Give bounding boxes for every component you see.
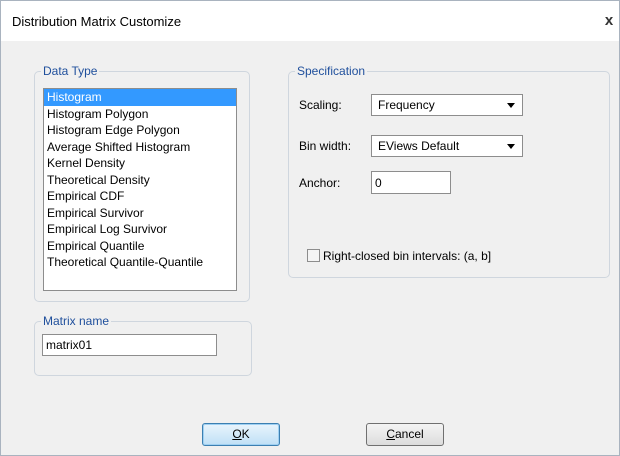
- list-item[interactable]: Histogram: [44, 89, 236, 106]
- bin-width-dropdown[interactable]: EViews Default: [371, 135, 523, 157]
- list-item[interactable]: Kernel Density: [44, 155, 236, 172]
- list-item[interactable]: Empirical Quantile: [44, 238, 236, 255]
- ok-accelerator: O: [232, 427, 242, 441]
- scaling-value: Frequency: [378, 98, 435, 112]
- data-type-legend: Data Type: [41, 64, 100, 78]
- bin-width-label: Bin width:: [299, 139, 352, 153]
- close-icon[interactable]: x: [601, 12, 617, 30]
- ok-label: K: [241, 427, 250, 441]
- list-item[interactable]: Empirical Log Survivor: [44, 221, 236, 238]
- cancel-label: ancel: [394, 427, 424, 441]
- matrix-name-input[interactable]: [42, 334, 217, 356]
- right-closed-checkbox[interactable]: [307, 249, 320, 262]
- bin-width-value: EViews Default: [378, 139, 460, 153]
- chevron-down-icon: [507, 144, 515, 149]
- list-item[interactable]: Empirical Survivor: [44, 205, 236, 222]
- distribution-matrix-dialog: Distribution Matrix Customize x Data Typ…: [0, 0, 620, 456]
- scaling-label: Scaling:: [299, 98, 342, 112]
- right-closed-label[interactable]: Right-closed bin intervals: (a, b]: [323, 249, 491, 263]
- cancel-button[interactable]: Cancel: [366, 423, 444, 446]
- data-type-listbox[interactable]: Histogram Histogram Polygon Histogram Edge…: [43, 88, 237, 291]
- matrix-name-legend: Matrix name: [41, 314, 112, 328]
- ok-button[interactable]: OK: [202, 423, 280, 446]
- list-item[interactable]: Histogram Polygon: [44, 106, 236, 123]
- anchor-input[interactable]: [371, 171, 451, 194]
- list-item[interactable]: Empirical CDF: [44, 188, 236, 205]
- cancel-accelerator: C: [386, 427, 395, 441]
- anchor-label: Anchor:: [299, 176, 341, 190]
- scaling-dropdown[interactable]: Frequency: [371, 94, 523, 116]
- title-bar: Distribution Matrix Customize x: [1, 1, 619, 41]
- list-item[interactable]: Theoretical Quantile-Quantile: [44, 254, 236, 271]
- list-item[interactable]: Histogram Edge Polygon: [44, 122, 236, 139]
- dialog-title: Distribution Matrix Customize: [12, 14, 182, 29]
- specification-legend: Specification: [295, 64, 368, 78]
- list-item[interactable]: Theoretical Density: [44, 172, 236, 189]
- list-item[interactable]: Average Shifted Histogram: [44, 139, 236, 156]
- chevron-down-icon: [507, 103, 515, 108]
